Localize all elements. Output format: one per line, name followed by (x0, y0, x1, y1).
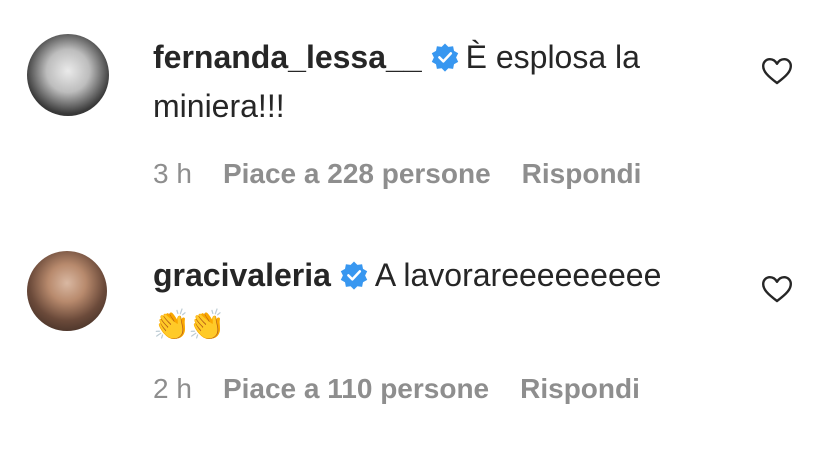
comment-meta: 2 h Piace a 110 persone Rispondi (153, 373, 640, 405)
comment-username[interactable]: gracivaleria (153, 257, 331, 293)
comment-item: gracivaleria A lavorareeeeeeeee 👏👏 2 h Pia… (0, 215, 816, 458)
heart-outline-icon[interactable] (761, 57, 793, 85)
comment-timestamp[interactable]: 2 h (153, 373, 192, 405)
reply-button[interactable]: Rispondi (522, 158, 642, 190)
avatar[interactable] (27, 34, 109, 116)
comment-meta: 3 h Piace a 228 persone Rispondi (153, 158, 641, 190)
comment-body: gracivaleria A lavorareeeeeeeee 👏👏 (153, 251, 743, 350)
comment-item: fernanda_lessa__ È esplosa la miniera!!! … (0, 0, 816, 215)
comment-likes[interactable]: Piace a 110 persone (223, 373, 489, 405)
comment-likes[interactable]: Piace a 228 persone (223, 158, 491, 190)
comment-body: fernanda_lessa__ È esplosa la miniera!!! (153, 33, 743, 131)
avatar[interactable] (27, 251, 107, 331)
clapping-hands-emoji: 👏👏 (153, 308, 226, 343)
verified-badge-icon (340, 261, 368, 290)
comment-username[interactable]: fernanda_lessa__ (153, 39, 422, 75)
comment-text: A lavorareeeeeeeee (374, 257, 662, 293)
reply-button[interactable]: Rispondi (520, 373, 640, 405)
comment-timestamp[interactable]: 3 h (153, 158, 192, 190)
heart-outline-icon[interactable] (761, 275, 793, 303)
verified-badge-icon (431, 43, 458, 72)
